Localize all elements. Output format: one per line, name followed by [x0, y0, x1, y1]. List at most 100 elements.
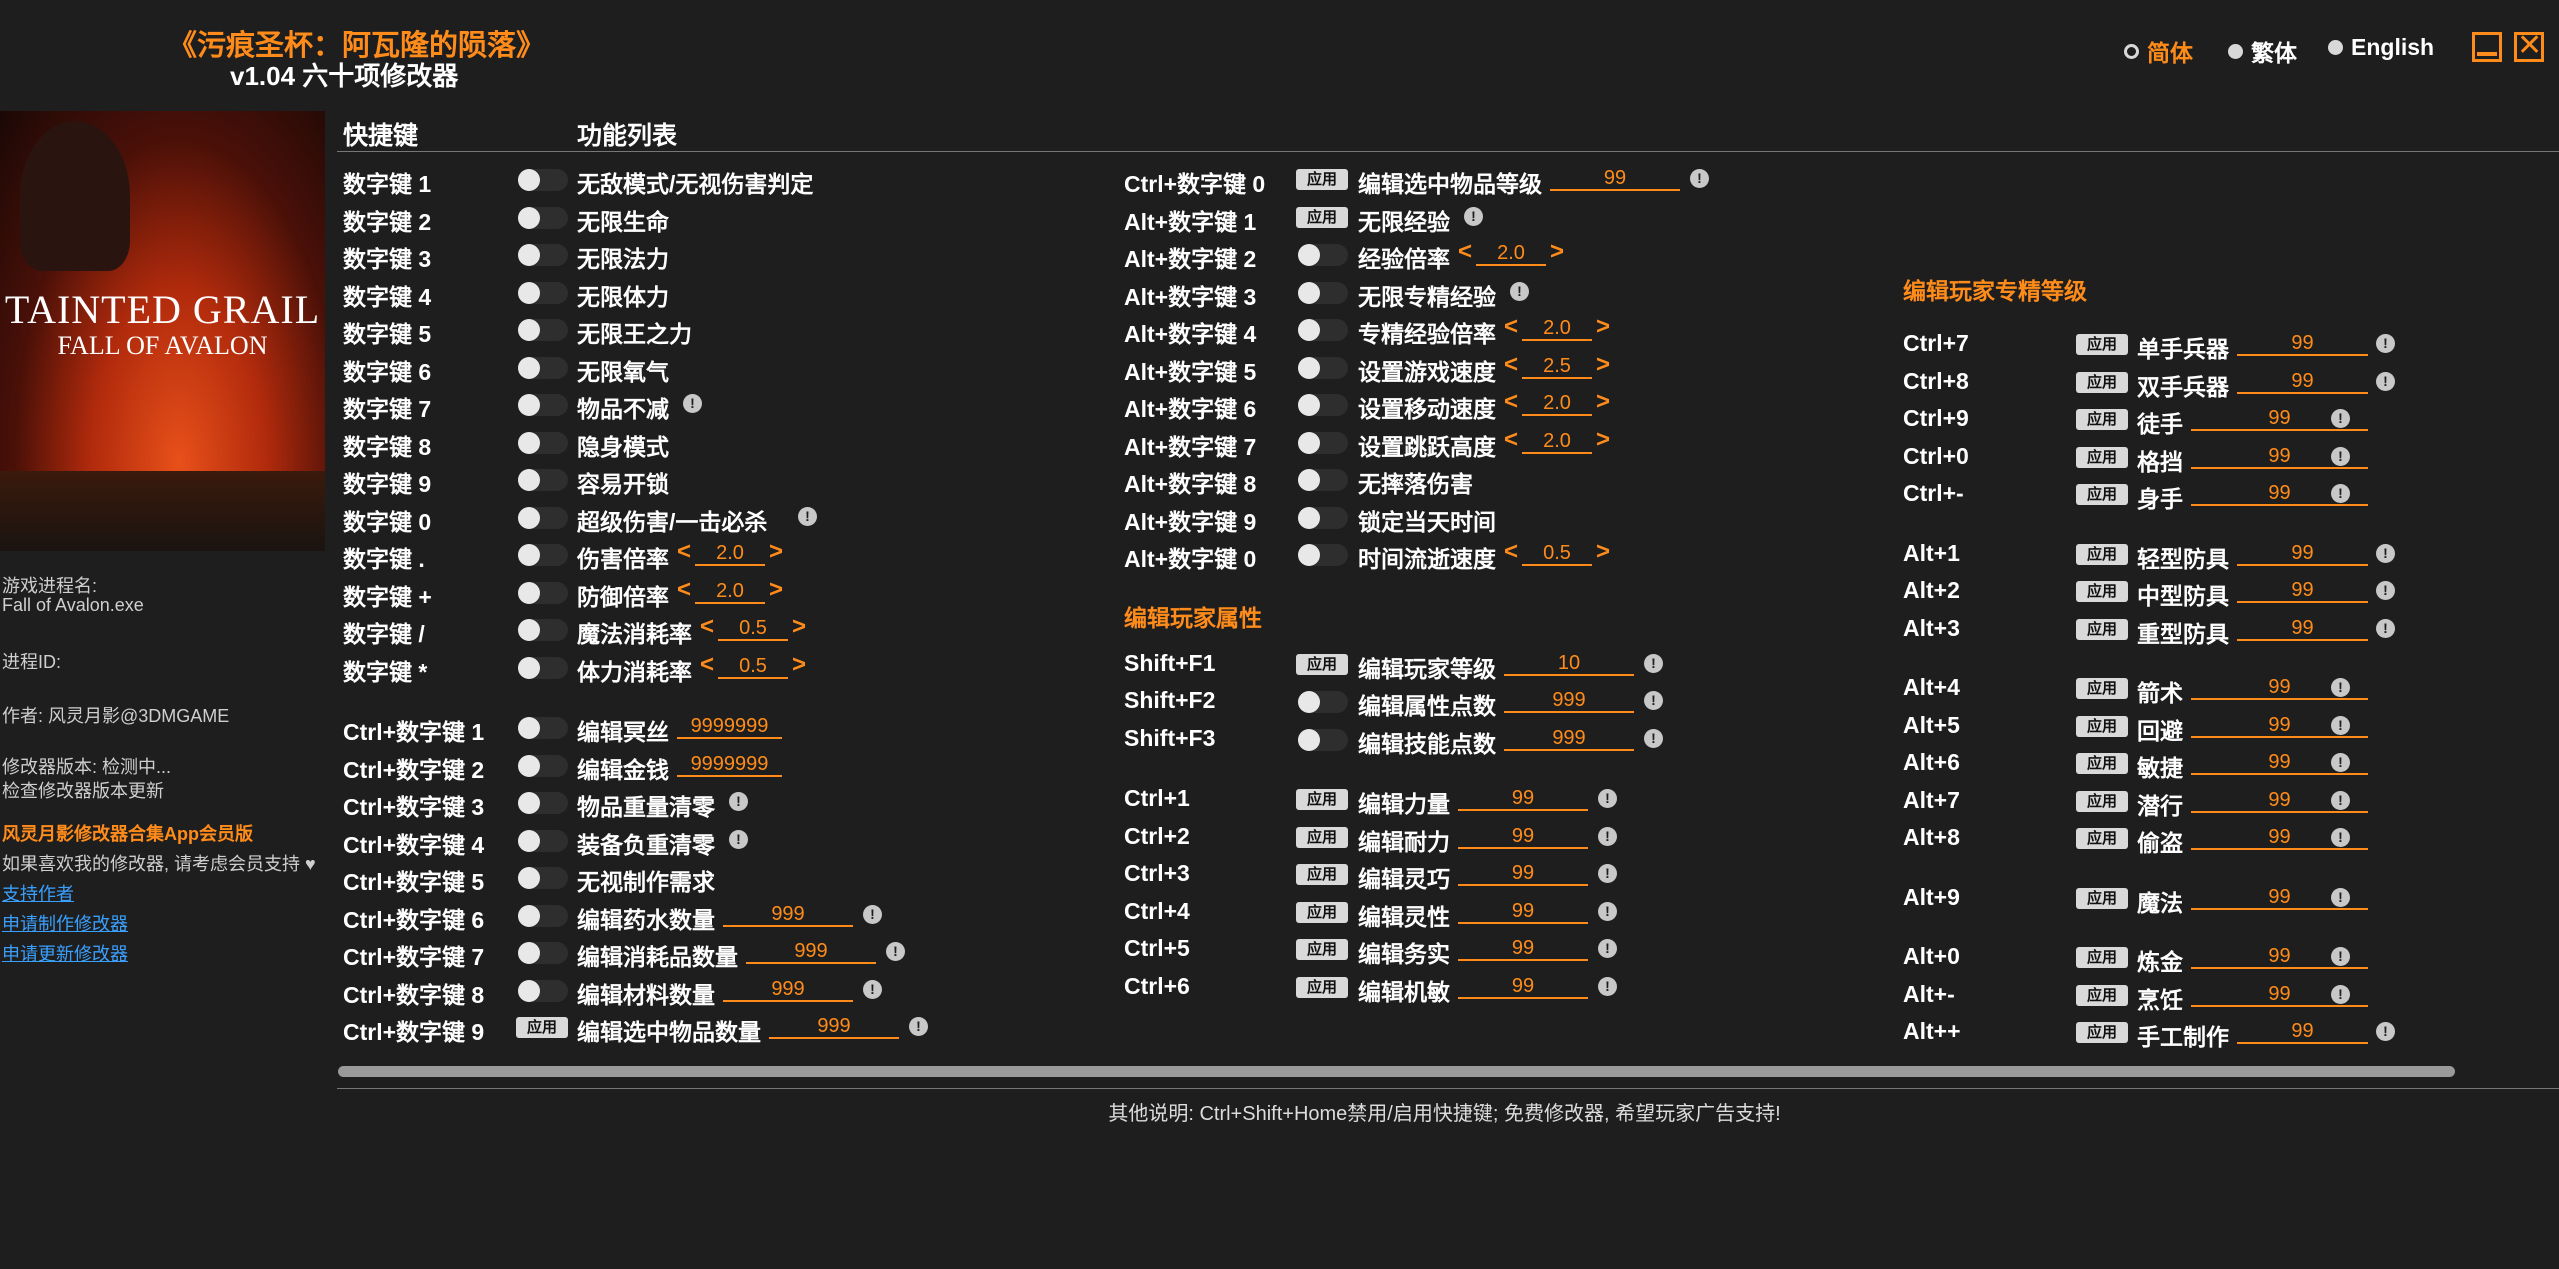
toggle-switch[interactable]	[1298, 319, 1348, 341]
toggle-switch[interactable]	[518, 431, 568, 454]
app-promo-link[interactable]: 风灵月影修改器合集App会员版	[2, 820, 253, 846]
value-input[interactable]: 2.0	[695, 540, 765, 566]
minimize-button[interactable]	[2472, 32, 2502, 62]
apply-button[interactable]: 应用	[1296, 169, 1348, 190]
value-input[interactable]: 0.5	[1522, 540, 1592, 566]
value-input[interactable]: 99	[1458, 898, 1588, 924]
value-input[interactable]: 999	[1504, 687, 1634, 713]
toggle-switch[interactable]	[1298, 431, 1348, 454]
apply-button[interactable]: 应用	[516, 1017, 568, 1038]
value-input[interactable]: 0.5	[718, 615, 788, 641]
apply-button[interactable]: 应用	[2076, 678, 2128, 699]
apply-button[interactable]: 应用	[1296, 653, 1348, 675]
toggle-switch[interactable]	[518, 469, 568, 491]
toggle-switch[interactable]	[518, 356, 568, 379]
apply-button[interactable]: 应用	[2076, 484, 2128, 505]
value-input[interactable]: 99	[1458, 823, 1588, 849]
value-input[interactable]: 2.0	[1522, 390, 1592, 416]
apply-button[interactable]: 应用	[2076, 618, 2128, 640]
toggle-switch[interactable]	[518, 619, 568, 641]
decrease-arrow[interactable]: <	[1504, 538, 1518, 566]
apply-button[interactable]: 应用	[2076, 543, 2128, 565]
decrease-arrow[interactable]: <	[1458, 238, 1472, 266]
decrease-arrow[interactable]: <	[677, 538, 691, 566]
toggle-switch[interactable]	[518, 867, 568, 889]
value-input[interactable]: 99	[2237, 330, 2368, 356]
value-input[interactable]: 2.0	[695, 578, 765, 604]
toggle-switch[interactable]	[518, 319, 568, 341]
toggle-switch[interactable]	[518, 244, 568, 266]
value-input[interactable]: 99	[1458, 973, 1588, 999]
toggle-switch[interactable]	[518, 544, 568, 566]
value-input[interactable]: 99	[2237, 1018, 2368, 1044]
increase-arrow[interactable]: >	[792, 613, 806, 641]
decrease-arrow[interactable]: <	[1504, 313, 1518, 341]
value-input[interactable]: 999	[1504, 725, 1634, 751]
apply-button[interactable]: 应用	[2076, 947, 2128, 968]
value-input[interactable]: 999	[746, 938, 876, 964]
increase-arrow[interactable]: >	[1596, 426, 1610, 454]
toggle-switch[interactable]	[518, 394, 568, 416]
support-author-link[interactable]: 支持作者	[2, 880, 74, 906]
toggle-switch[interactable]	[518, 829, 568, 852]
toggle-switch[interactable]	[518, 656, 568, 679]
value-input[interactable]: 0.5	[718, 653, 788, 679]
lang-simplified-radio[interactable]: 简体	[2124, 34, 2193, 68]
apply-button[interactable]: 应用	[1296, 901, 1348, 923]
apply-button[interactable]: 应用	[2076, 446, 2128, 468]
lang-traditional-radio[interactable]: 繁体	[2228, 34, 2297, 68]
apply-button[interactable]: 应用	[2076, 371, 2128, 393]
toggle-switch[interactable]	[518, 717, 568, 739]
check-update-link[interactable]: 检查修改器版本更新	[2, 777, 164, 803]
increase-arrow[interactable]: >	[792, 651, 806, 679]
toggle-switch[interactable]	[1298, 394, 1348, 416]
value-input[interactable]: 2.0	[1522, 428, 1592, 454]
value-input[interactable]: 99	[1458, 935, 1588, 961]
toggle-switch[interactable]	[1298, 356, 1348, 379]
toggle-switch[interactable]	[518, 792, 568, 814]
decrease-arrow[interactable]: <	[700, 613, 714, 641]
value-input[interactable]: 10	[1504, 650, 1634, 676]
apply-button[interactable]: 应用	[2076, 984, 2128, 1006]
increase-arrow[interactable]: >	[769, 576, 783, 604]
toggle-switch[interactable]	[1298, 281, 1348, 304]
value-input[interactable]: 999	[769, 1013, 899, 1039]
decrease-arrow[interactable]: <	[1504, 351, 1518, 379]
close-button[interactable]: ✕	[2514, 31, 2544, 62]
apply-button[interactable]: 应用	[1296, 206, 1348, 228]
toggle-switch[interactable]	[518, 942, 568, 964]
toggle-switch[interactable]	[518, 281, 568, 304]
toggle-switch[interactable]	[518, 979, 568, 1002]
increase-arrow[interactable]: >	[1596, 313, 1610, 341]
apply-button[interactable]: 应用	[2076, 581, 2128, 602]
increase-arrow[interactable]: >	[1596, 388, 1610, 416]
apply-button[interactable]: 应用	[1296, 864, 1348, 885]
apply-button[interactable]: 应用	[2076, 753, 2128, 774]
value-input[interactable]: 999	[723, 901, 853, 927]
toggle-switch[interactable]	[1298, 728, 1348, 751]
toggle-switch[interactable]	[1298, 506, 1348, 529]
toggle-switch[interactable]	[1298, 469, 1348, 491]
apply-button[interactable]: 应用	[2076, 715, 2128, 737]
decrease-arrow[interactable]: <	[1504, 388, 1518, 416]
toggle-switch[interactable]	[518, 206, 568, 229]
value-input[interactable]: 9999999	[677, 751, 782, 777]
value-input[interactable]: 99	[1550, 165, 1680, 191]
apply-button[interactable]: 应用	[1296, 826, 1348, 848]
decrease-arrow[interactable]: <	[1504, 426, 1518, 454]
toggle-switch[interactable]	[518, 506, 568, 529]
toggle-switch[interactable]	[1298, 691, 1348, 713]
toggle-switch[interactable]	[1298, 244, 1348, 266]
value-input[interactable]: 2.0	[1522, 315, 1592, 341]
decrease-arrow[interactable]: <	[700, 651, 714, 679]
value-input[interactable]: 99	[2237, 540, 2368, 566]
lang-english-radio[interactable]: English	[2328, 34, 2434, 61]
value-input[interactable]: 2.5	[1522, 353, 1592, 379]
apply-button[interactable]: 应用	[1296, 939, 1348, 960]
apply-button[interactable]: 应用	[2076, 887, 2128, 909]
apply-button[interactable]: 应用	[2076, 409, 2128, 430]
value-input[interactable]: 99	[2237, 615, 2368, 641]
toggle-switch[interactable]	[518, 581, 568, 604]
decrease-arrow[interactable]: <	[677, 576, 691, 604]
apply-button[interactable]: 应用	[2076, 334, 2128, 355]
